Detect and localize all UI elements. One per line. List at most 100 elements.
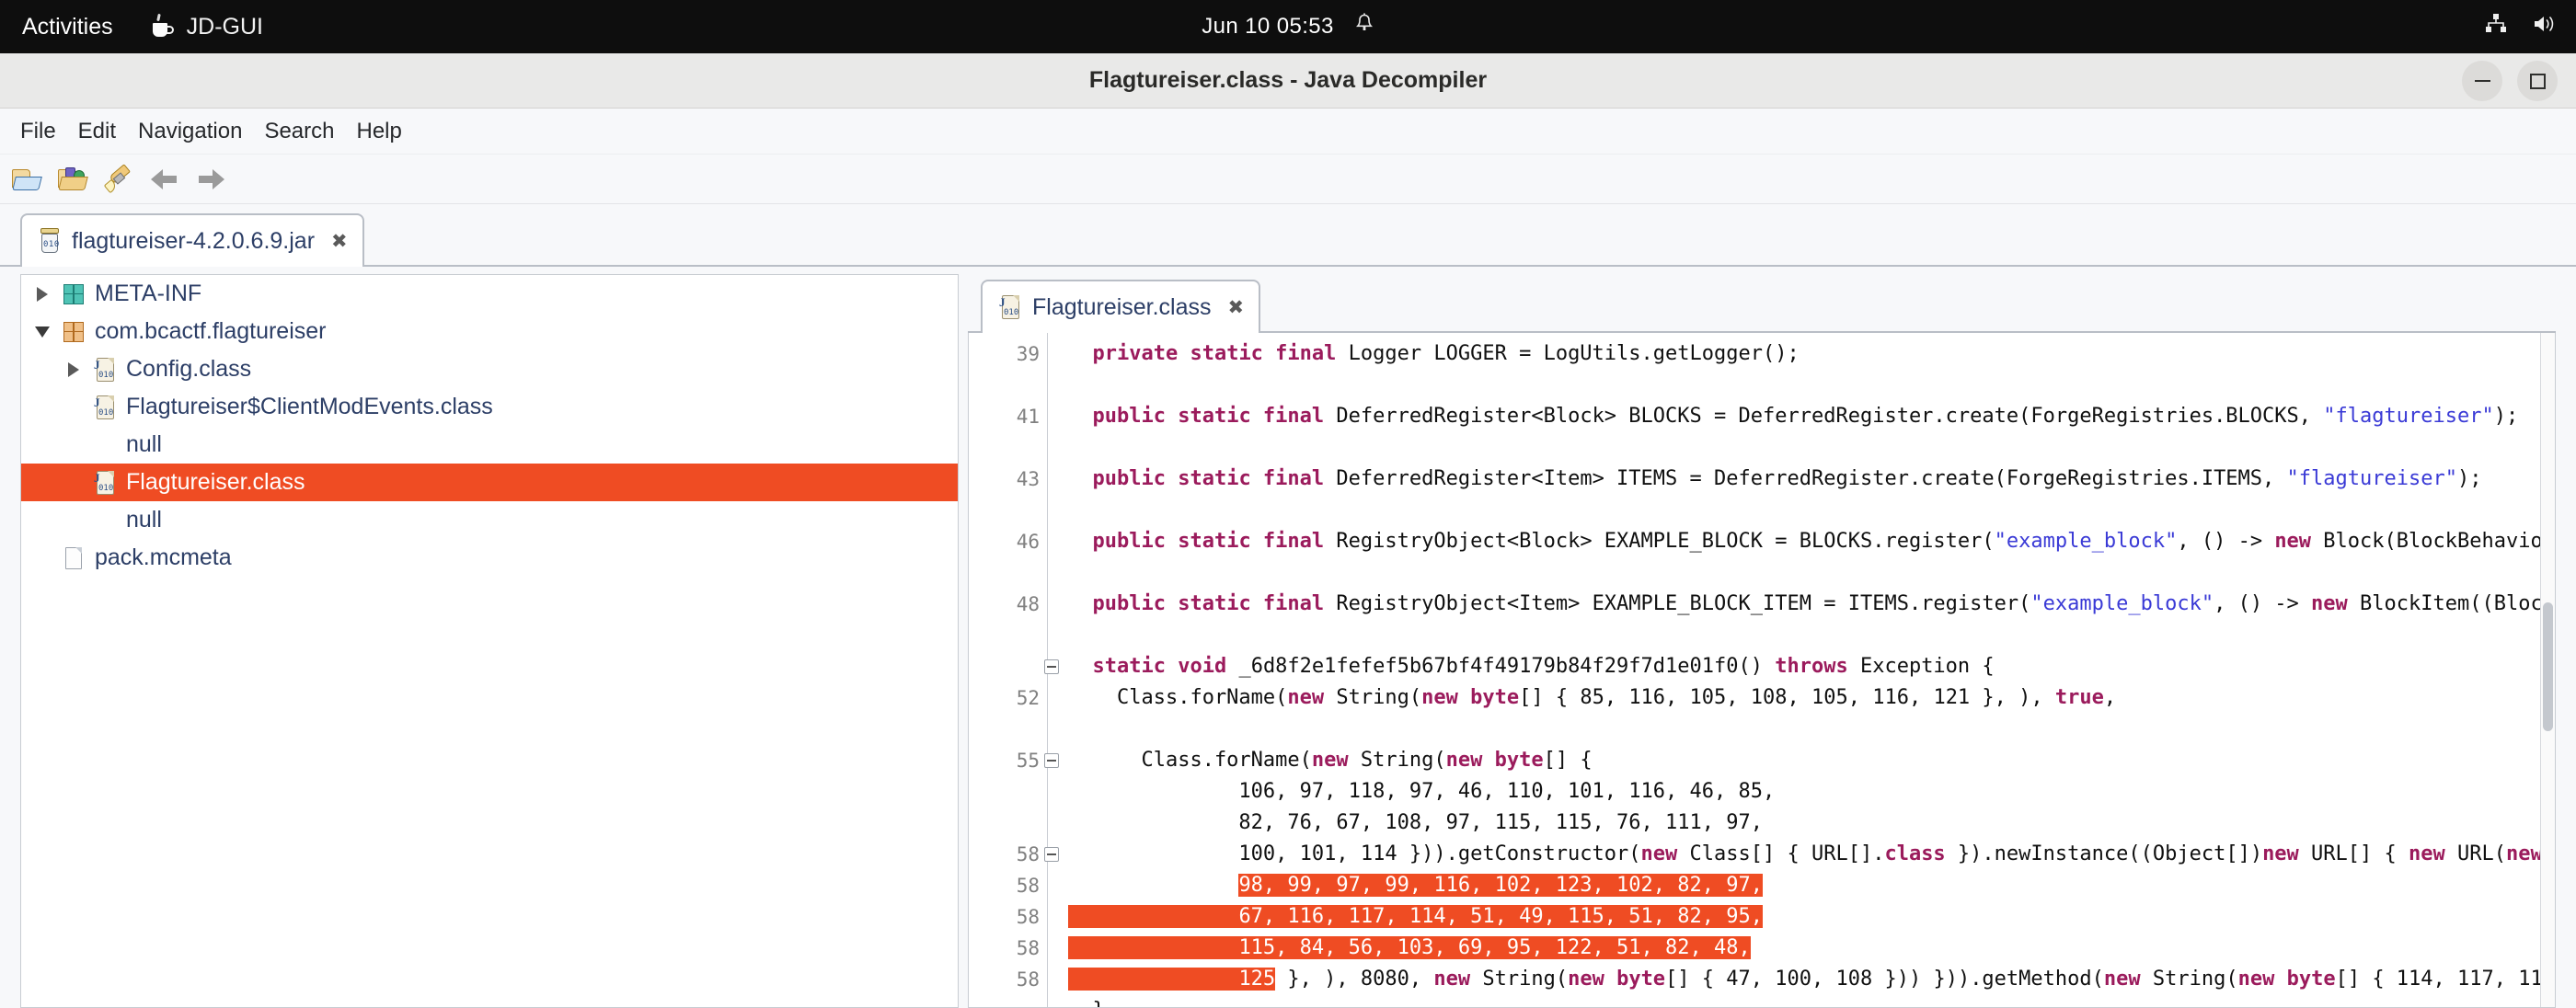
menu-search[interactable]: Search [253,115,345,148]
tree-item-com-bcactf-flagtureiser[interactable]: com.bcactf.flagtureiser [21,313,958,350]
code-line: 125 }, ), 8080, new String(new byte[] { … [1068,964,2555,995]
app-menu-button[interactable]: JD-GUI [133,14,280,40]
split-pane-divider[interactable] [959,267,968,1008]
code-text: String( [1324,686,1422,709]
navigate-forward-button[interactable] [190,160,232,199]
editor-tab-strip: J 010 Flagtureiser.class ✖ [968,274,2556,333]
line-number: 58 [1016,968,1040,991]
code-line: public static final DeferredRegister<Ite… [1068,464,2555,495]
gnome-top-bar: Activities JD-GUI Jun 10 05:53 [0,0,2576,53]
line-number: 58 [1016,937,1040,959]
code-text: [] { 85, 116, 105, 108, 105, 116, 121 },… [1519,686,2055,709]
expand-twisty-icon[interactable] [58,361,89,377]
tree-item-null-2[interactable]: null [21,501,958,539]
minimize-button[interactable] [2462,61,2502,101]
expand-twisty-icon[interactable] [27,286,58,302]
app-menu-label: JD-GUI [186,13,263,40]
top-bar-right [2484,0,2556,53]
code-fold-icon[interactable] [1044,659,1059,674]
network-icon[interactable] [2484,13,2508,41]
activities-button[interactable]: Activities [0,14,133,40]
editor-panel: J 010 Flagtureiser.class ✖ 39 41 43 46 48 52 55… [968,274,2556,1008]
tree-item-label: Flagtureiser.class [126,469,305,495]
collapse-twisty-icon[interactable] [27,326,58,338]
menu-navigation[interactable]: Navigation [127,115,253,148]
line-number: 48 [1016,593,1040,615]
rocket-button[interactable] [98,160,140,199]
line-number [969,651,1059,682]
tree-item-meta-inf[interactable]: META-INF [21,275,958,313]
code-viewer[interactable]: 39 41 43 46 48 52 55 58 58 58 58 58 private static … [968,333,2556,1008]
code-line: Class.forName(new String(new byte[] { [1068,745,2555,776]
bell-icon[interactable] [1354,12,1374,41]
code-line: 100, 101, 114 })).getConstructor(new Cla… [1068,839,2555,870]
menu-file[interactable]: File [9,115,67,148]
line-number: 55 [969,745,1059,776]
editor-tab-label: Flagtureiser.class [1032,293,1212,320]
code-keyword: new [2274,530,2312,553]
code-keyword: new byte [2237,968,2336,991]
code-text: } [1068,999,1104,1007]
code-string: "flagtureiser" [2286,467,2457,490]
tree-item-flagtureiser-class[interactable]: J 010 Flagtureiser.class [21,464,958,501]
menu-edit[interactable]: Edit [67,115,127,148]
code-keyword: public static final [1092,530,1325,553]
code-keyword: new byte [1445,749,1544,772]
open-recent-button[interactable] [52,160,94,199]
code-keyword: private static final [1092,342,1337,365]
jar-tab[interactable]: 010 flagtureiser-4.2.0.6.9.jar ✖ [20,213,364,267]
code-string: "example_block" [1994,530,2178,553]
menu-help[interactable]: Help [345,115,412,148]
open-file-button[interactable] [6,160,48,199]
tree-item-label: null [126,431,162,457]
code-fold-icon[interactable] [1044,753,1059,768]
tree-item-label: com.bcactf.flagtureiser [95,318,327,344]
code-text: ); [2493,405,2519,428]
tree-item-null-1[interactable]: null [21,426,958,464]
code-fold-icon[interactable] [1044,847,1059,862]
source-code[interactable]: private static final Logger LOGGER = Log… [1048,333,2555,1007]
coffee-cup-icon [150,13,174,38]
tree-item-config-class[interactable]: J 010 Config.class [21,350,958,388]
navigate-forward-icon [197,168,224,189]
tree-item-pack-mcmeta[interactable]: pack.mcmeta [21,539,958,577]
volume-icon[interactable] [2532,13,2556,41]
top-bar-center: Jun 10 05:53 [0,0,2576,53]
scrollbar-thumb[interactable] [2543,602,2553,732]
window-title-bar: Flagtureiser.class - Java Decompiler [0,53,2576,109]
jar-tree-panel[interactable]: META-INF com.bcactf.flagtureiser J 010 Co… [20,274,959,1008]
code-text: Class[] { URL[]. [1677,842,1885,865]
selected-code: 115, 84, 56, 103, 69, 95, 122, 51, 82, 4… [1238,936,1751,959]
code-keyword: new byte [1421,686,1520,709]
code-line: } [1068,995,2555,1007]
tree-item-label: pack.mcmeta [95,544,232,570]
code-text: Class.forName( [1068,749,1312,772]
bell-icon-svg [1355,12,1373,30]
editor-tab[interactable]: J 010 Flagtureiser.class ✖ [981,280,1261,333]
code-text: URL( [2444,842,2507,865]
navigate-back-button[interactable] [144,160,186,199]
maximize-button[interactable] [2517,61,2558,101]
line-number [969,370,1047,401]
code-line: 98, 99, 97, 99, 116, 102, 123, 102, 82, … [1068,870,2555,901]
editor-tab-close-icon[interactable]: ✖ [1228,296,1245,319]
selected-code: 98, 99, 97, 99, 116, 102, 123, 102, 82, … [1238,874,1763,897]
line-number: 39 [1016,343,1040,365]
code-keyword: new [2262,842,2299,865]
vertical-scrollbar[interactable] [2540,333,2555,1007]
code-text: [] { 47, 100, 108 })) })).getMethod( [1665,968,2104,991]
code-keyword: new [2506,842,2543,865]
line-number: 58 [1016,875,1040,897]
code-line: 115, 84, 56, 103, 69, 95, 122, 51, 82, 4… [1068,933,2555,964]
clock[interactable]: Jun 10 05:53 [1202,14,1334,40]
tree-item-clientmodevents-class[interactable]: J 010 Flagtureiser$ClientModEvents.class [21,388,958,426]
jar-tab-close-icon[interactable]: ✖ [331,230,348,253]
jd-gui-window: Flagtureiser.class - Java Decompiler Fil… [0,53,2576,1008]
code-line: Class.forName(new String(new byte[] { 85… [1068,682,2555,714]
